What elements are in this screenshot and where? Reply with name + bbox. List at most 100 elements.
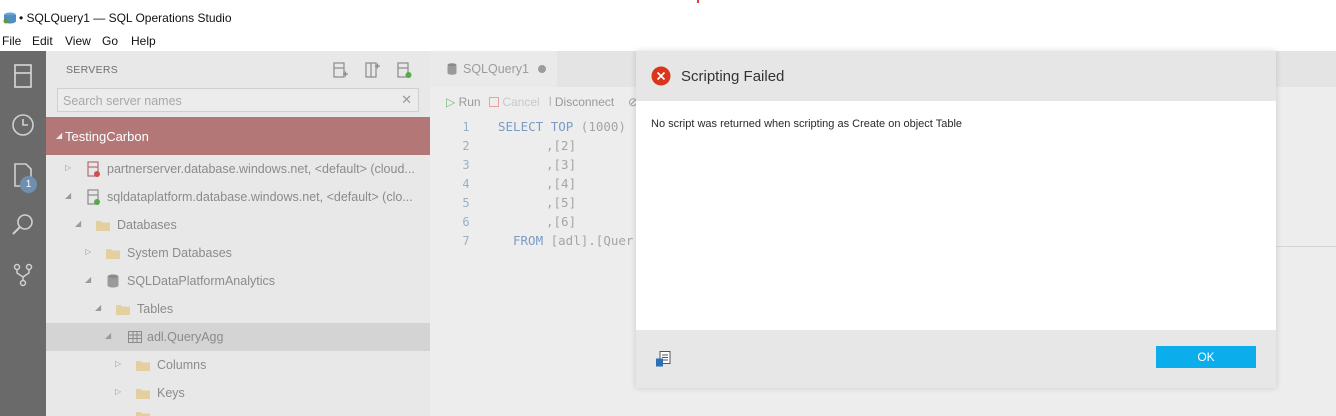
menu-edit[interactable]: Edit xyxy=(32,34,53,48)
expand-triangle-icon[interactable]: ◢ xyxy=(56,131,62,140)
run-label: Run xyxy=(458,95,481,109)
dialog-footer: OK xyxy=(636,330,1276,388)
menu-view[interactable]: View xyxy=(65,34,91,48)
tree-item-label: Columns xyxy=(157,358,207,372)
code-text: (1000) xyxy=(573,119,626,134)
source-control-icon[interactable] xyxy=(10,262,36,288)
tree-item-label: Keys xyxy=(157,386,185,400)
cancel-button[interactable]: Cancel xyxy=(489,95,540,109)
tree-item-label: sqldataplatform.database.windows.net, <d… xyxy=(107,190,413,204)
line-number: 6 xyxy=(462,215,470,229)
tree-item-label: SQLDataPlatformAnalytics xyxy=(127,274,275,288)
code-line-3: ,[3] xyxy=(546,157,577,172)
collapse-triangle-icon[interactable]: ◢ xyxy=(105,331,111,340)
plug-icon: ⦚ xyxy=(549,95,552,109)
code-line-2: ,[2] xyxy=(546,138,577,153)
keyword: FROM xyxy=(513,233,544,248)
expand-triangle-icon[interactable]: ▷ xyxy=(65,163,71,172)
tree-item-tables[interactable]: ◢ Tables xyxy=(46,295,430,323)
expand-triangle-icon[interactable]: ▷ xyxy=(115,359,121,368)
database-icon xyxy=(447,63,457,75)
server-disconnected-icon xyxy=(87,161,100,177)
line-number: 1 xyxy=(462,120,470,134)
history-icon[interactable] xyxy=(10,112,36,138)
line-number: 2 xyxy=(462,139,470,153)
window-title: • SQLQuery1 — SQL Operations Studio xyxy=(19,11,232,25)
database-icon xyxy=(107,274,119,288)
servers-sidebar: SERVERS ✕ ◢ TestingCarbon ▷ partnerserve… xyxy=(46,51,430,416)
folder-icon xyxy=(116,305,130,315)
new-server-group-icon[interactable] xyxy=(364,61,380,79)
table-icon xyxy=(128,331,142,343)
run-button[interactable]: ▷ Run xyxy=(446,95,481,109)
clear-search-icon[interactable]: ✕ xyxy=(401,92,412,108)
expand-triangle-icon[interactable]: ▷ xyxy=(115,387,121,396)
search-icon[interactable] xyxy=(10,212,36,238)
dialog-title: Scripting Failed xyxy=(681,68,785,85)
dialog-message: No script was returned when scripting as… xyxy=(651,118,963,130)
copy-details-icon[interactable] xyxy=(654,350,672,368)
tree-item-system-databases[interactable]: ▷ System Databases xyxy=(46,239,430,267)
keyword: SELECT xyxy=(498,119,544,134)
collapse-triangle-icon[interactable]: ◢ xyxy=(85,275,91,284)
scripting-failed-dialog: Scripting Failed No script was returned … xyxy=(636,51,1276,388)
collapse-triangle-icon[interactable]: ◢ xyxy=(75,219,81,228)
new-connection-icon[interactable] xyxy=(332,61,348,79)
server-group-label: TestingCarbon xyxy=(65,129,149,144)
keyword: TOP xyxy=(550,119,574,134)
servers-icon[interactable] xyxy=(10,63,36,89)
code-line-5: ,[5] xyxy=(546,195,577,210)
dialog-body: No script was returned when scripting as… xyxy=(636,101,1276,330)
cancel-label: Cancel xyxy=(502,95,540,109)
menu-file[interactable]: File xyxy=(2,34,21,48)
line-number: 7 xyxy=(462,234,470,248)
menu-go[interactable]: Go xyxy=(102,34,118,48)
expand-triangle-icon[interactable]: ▷ xyxy=(85,247,91,256)
activity-bar: 1 xyxy=(0,51,46,416)
folder-icon xyxy=(136,412,150,416)
search-server-input[interactable] xyxy=(61,92,395,110)
tab-label: SQLQuery1 xyxy=(463,62,530,76)
tree-item-label: adl.QueryAgg xyxy=(147,330,224,344)
disconnect-button[interactable]: ⦚ Disconnect xyxy=(549,95,614,110)
code-line-4: ,[4] xyxy=(546,176,577,191)
tree-item-sqldataplatformanalytics[interactable]: ◢ SQLDataPlatformAnalytics xyxy=(46,267,430,295)
folder-icon xyxy=(106,249,120,259)
unsaved-dot-icon[interactable] xyxy=(538,65,546,73)
app-icon xyxy=(3,12,16,24)
editor-divider xyxy=(1276,246,1336,247)
servers-header: SERVERS xyxy=(66,64,119,76)
search-server-box: ✕ xyxy=(57,88,419,112)
folder-icon xyxy=(136,389,150,399)
line-number: 4 xyxy=(462,177,470,191)
code-text: [adl].[Quer xyxy=(543,233,634,248)
stop-icon xyxy=(489,97,499,107)
folder-icon xyxy=(136,361,150,371)
code-line-1: SELECT TOP (1000) xyxy=(498,119,626,134)
red-mark xyxy=(697,0,699,3)
tree-item-label: System Databases xyxy=(127,246,232,260)
collapse-triangle-icon[interactable]: ◢ xyxy=(65,191,71,200)
collapse-triangle-icon[interactable]: ◢ xyxy=(95,303,101,312)
ok-button[interactable]: OK xyxy=(1156,346,1256,368)
tree-item-label: partnerserver.database.windows.net, <def… xyxy=(107,162,415,176)
tab-sqlquery1[interactable]: SQLQuery1 xyxy=(430,51,557,87)
code-line-6: ,[6] xyxy=(546,214,577,229)
tree-item-sqldataplatform[interactable]: ◢ sqldataplatform.database.windows.net, … xyxy=(46,183,430,211)
line-number: 3 xyxy=(462,158,470,172)
menu-help[interactable]: Help xyxy=(131,34,156,48)
tree-item-adl-queryagg[interactable]: ◢ adl.QueryAgg xyxy=(46,323,430,351)
disconnect-label: Disconnect xyxy=(554,95,615,109)
dialog-header: Scripting Failed xyxy=(636,51,1276,101)
tree-item-partnerserver[interactable]: ▷ partnerserver.database.windows.net, <d… xyxy=(46,155,430,183)
notification-badge: 1 xyxy=(20,176,37,193)
window-titlebar: • SQLQuery1 — SQL Operations Studio xyxy=(0,0,1336,32)
folder-icon xyxy=(96,221,110,231)
tree-item-keys[interactable]: ▷ Keys xyxy=(46,379,430,407)
play-icon: ▷ xyxy=(446,95,456,109)
tree-item-databases[interactable]: ◢ Databases xyxy=(46,211,430,239)
active-connections-icon[interactable] xyxy=(396,61,412,79)
tree-item-columns[interactable]: ▷ Columns xyxy=(46,351,430,379)
server-group-testingcarbon[interactable]: ◢ TestingCarbon xyxy=(46,117,430,155)
error-icon xyxy=(651,66,671,86)
